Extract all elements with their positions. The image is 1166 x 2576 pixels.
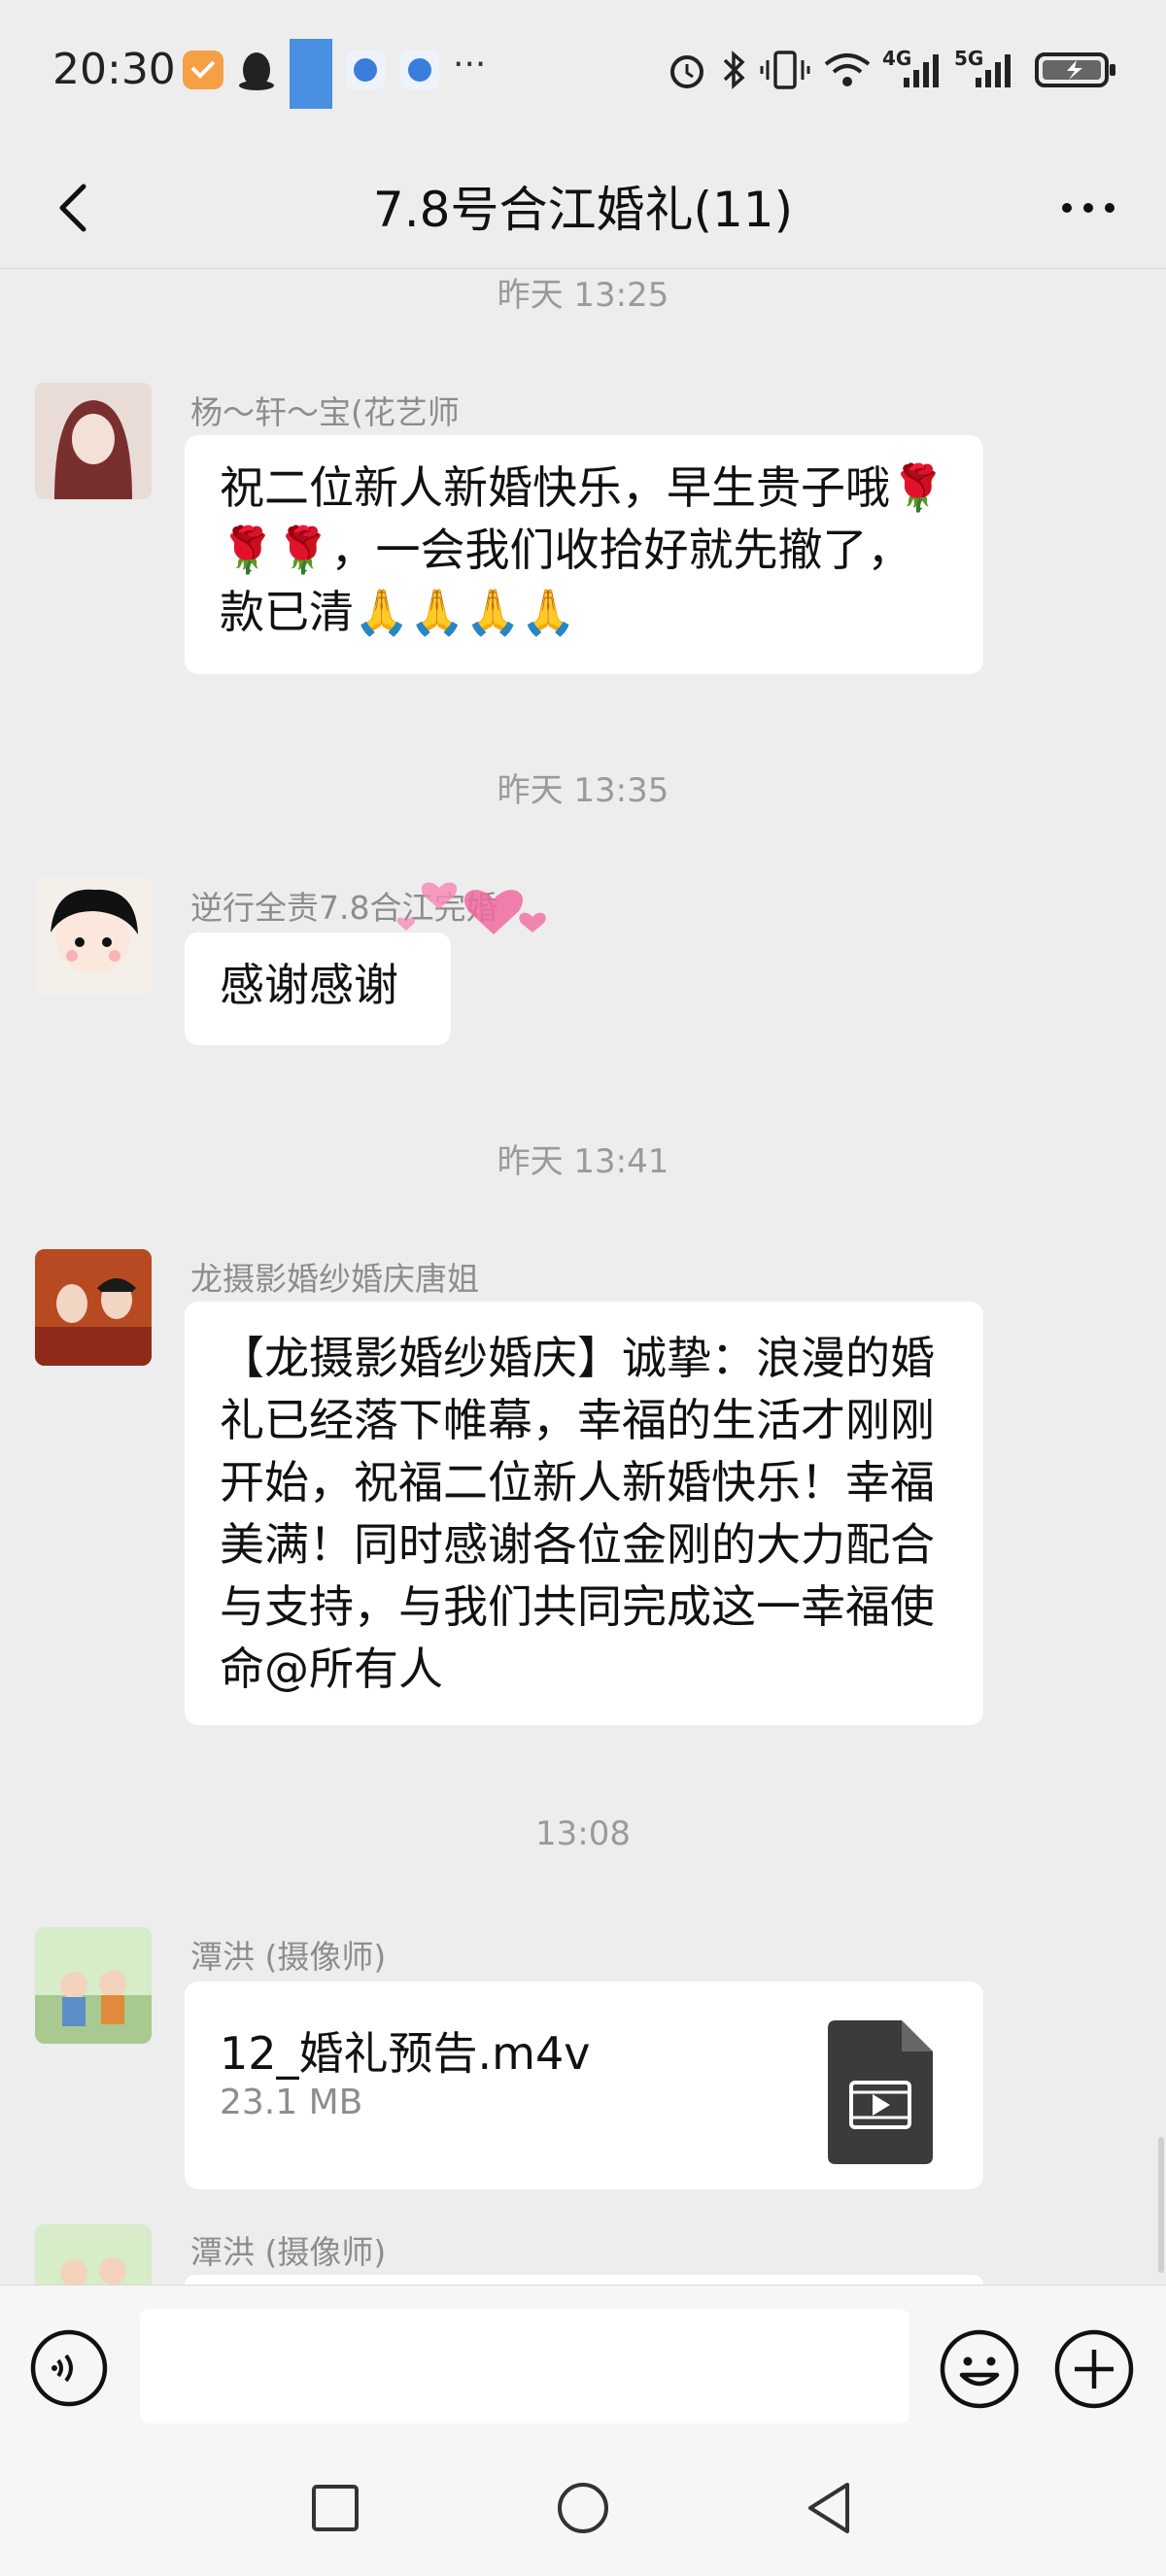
file-size: 23.1 MB [220,2083,363,2122]
chat-header: 7.8号合江婚礼(11) [0,146,1166,269]
avatar-photo [35,1249,152,1366]
browser-icon [346,51,385,89]
message-text: 【龙摄影婚纱婚庆】诚挚：浪漫的婚礼已经落下帷幕，幸福的生活才刚刚开始，祝福二位新… [220,1332,935,1695]
alarm-icon [670,55,703,88]
file-name: 12_婚礼预告.m4v [220,2027,591,2080]
avatar[interactable] [35,2224,152,2285]
status-bar: 20:30 ··· 4G 5G [0,0,1166,146]
avatar-photo [35,2224,152,2285]
recent-apps-icon[interactable] [296,2469,374,2547]
sender-name: 潭洪 (摄像师) [190,2233,387,2271]
system-nav-bar [0,2440,1166,2576]
status-time: 20:30 [52,45,176,94]
avatar-cartoon [35,878,152,995]
avatar[interactable] [35,1927,152,2044]
hearts-decoration [396,882,546,934]
message-bubble[interactable]: 【龙摄影婚纱婚庆】诚挚：浪漫的婚礼已经落下帷幕，幸福的生活才刚刚开始，祝福二位新… [185,1302,983,1725]
avatar-photo [35,1927,152,2044]
message-timestamp: 昨天 13:35 [497,771,669,810]
avatar[interactable] [35,383,152,499]
message-bubble[interactable] [185,2275,983,2285]
message-text: 感谢感谢 [220,959,398,1011]
chat-title: 7.8号合江婚礼(11) [372,182,794,238]
more-horizontal-icon[interactable] [1049,169,1127,247]
message-bubble[interactable]: 感谢感谢 [185,932,451,1045]
sender-name: 杨～轩～宝(花艺师 [190,393,460,431]
browser-icon-2 [400,51,439,89]
back-icon[interactable] [791,2469,869,2547]
vibrate-icon [760,51,810,89]
message-bubble[interactable]: 祝二位新人新婚快乐，早生贵子哦🌹🌹🌹，一会我们收拾好就先撤了，款已清🙏🙏🙏🙏 [185,435,983,674]
signal-icon-2 [976,54,1011,87]
file-message[interactable]: 12_婚礼预告.m4v 23.1 MB [185,1982,983,2189]
emoji-icon[interactable] [939,2328,1020,2410]
wifi-icon [824,53,871,86]
message-timestamp: 昨天 13:25 [497,276,669,315]
avatar[interactable] [35,1249,152,1366]
message-timestamp: 13:08 [535,1814,631,1853]
battery-icon [1035,52,1115,87]
shield-app-icon [183,51,223,89]
sender-name: 龙摄影婚纱婚庆唐姐 [190,1260,479,1298]
plus-icon[interactable] [1053,2328,1135,2410]
scrollbar[interactable] [1158,2137,1164,2273]
input-bar [0,2285,1166,2441]
bluetooth-icon [723,51,745,89]
qq-icon [239,52,274,90]
signal-icon-1 [904,54,939,87]
avatar[interactable] [35,878,152,995]
more-notifications: ··· [453,45,487,85]
avatar-photo [35,383,152,499]
home-icon[interactable] [544,2469,622,2547]
notification-block [290,39,332,109]
message-text: 祝二位新人新婚快乐，早生贵子哦🌹🌹🌹，一会我们收拾好就先撤了，款已清🙏🙏🙏🙏 [220,461,946,638]
message-input[interactable] [140,2309,909,2423]
sender-name: 潭洪 (摄像师) [190,1938,387,1976]
video-file-icon [828,2020,933,2164]
voice-icon[interactable] [29,2328,109,2408]
message-timestamp: 昨天 13:41 [497,1142,669,1181]
